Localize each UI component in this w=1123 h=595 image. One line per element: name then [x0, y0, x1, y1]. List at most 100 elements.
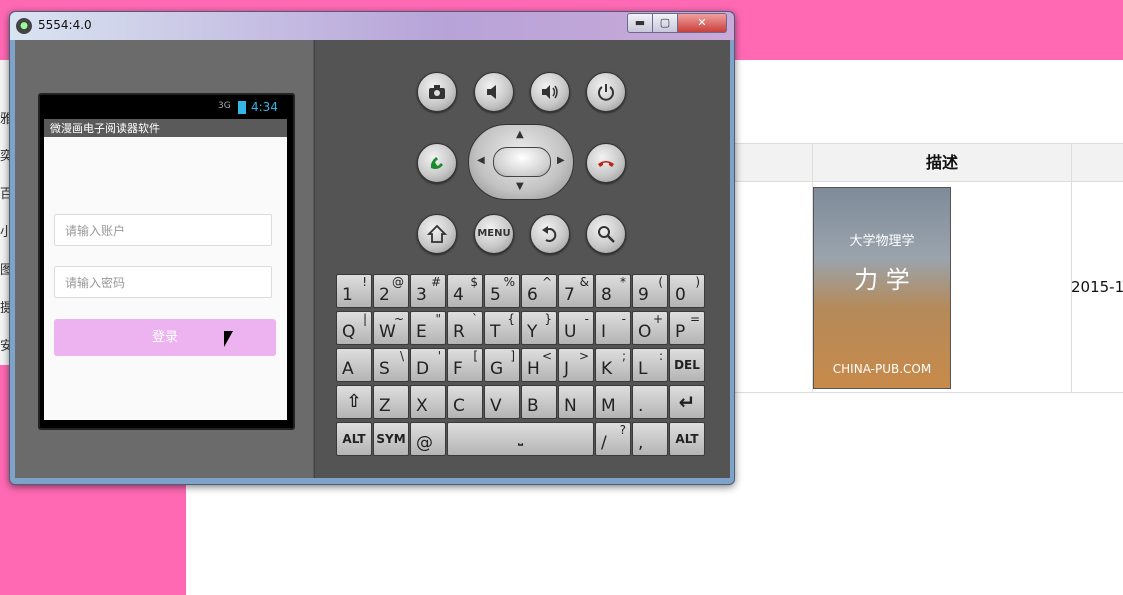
close-button[interactable]: ✕	[677, 13, 727, 33]
key-label: G	[490, 359, 504, 379]
android-emulator-icon: ●	[16, 18, 32, 34]
cell-date: 2015-1	[1071, 278, 1123, 296]
key-label: ALT	[675, 432, 699, 446]
key[interactable]: 1!	[336, 274, 372, 308]
minimize-button[interactable]: ▬	[627, 13, 653, 33]
app-title: 微漫画电子阅读器软件	[50, 122, 160, 135]
search-icon	[598, 226, 615, 243]
key-label: SYM	[376, 432, 406, 446]
key-alt-label: -	[621, 312, 626, 326]
key[interactable]: 5%	[484, 274, 520, 308]
volume-down-button[interactable]	[474, 72, 514, 112]
key[interactable]: 3 #	[410, 274, 446, 308]
key[interactable]: Y}	[521, 311, 557, 345]
key[interactable]: L:	[632, 348, 668, 382]
slash-key[interactable]: /?	[595, 422, 631, 456]
password-input[interactable]: 请输入密码	[54, 266, 272, 298]
key[interactable]: 2 @	[373, 274, 409, 308]
key[interactable]: 8 *	[595, 274, 631, 308]
key[interactable]: U-	[558, 311, 594, 345]
key[interactable]: P =	[669, 311, 705, 345]
key[interactable]: G]	[484, 348, 520, 382]
key[interactable]: K;	[595, 348, 631, 382]
key[interactable]: I-	[595, 311, 631, 345]
key[interactable]: X	[410, 385, 446, 419]
data-table: 描述 大学物理学 力 学 CHINA-PUB.COM 2015-1	[730, 143, 1123, 393]
space-key[interactable]: ⎵	[447, 422, 594, 456]
maximize-button[interactable]: ▢	[652, 13, 678, 33]
key[interactable]: V	[484, 385, 520, 419]
alt-key-right[interactable]: ALT	[669, 422, 705, 456]
key-label: I	[601, 322, 607, 342]
camera-icon	[429, 85, 445, 99]
key[interactable]: D '	[410, 348, 446, 382]
key[interactable]: F[	[447, 348, 483, 382]
key-label: M	[601, 396, 616, 416]
login-button[interactable]: 登录	[54, 319, 276, 356]
key-label: F	[453, 359, 463, 379]
key-alt-label: @	[392, 275, 404, 289]
volume-up-button[interactable]	[530, 72, 570, 112]
power-button[interactable]	[586, 72, 626, 112]
delete-key[interactable]: DEL	[669, 348, 705, 382]
enter-key[interactable]: ↵	[669, 385, 705, 419]
key[interactable]: S \	[373, 348, 409, 382]
dpad[interactable]: ▲ ▼ ◀ ▶	[468, 124, 574, 200]
alt-key-left[interactable]: ALT	[336, 422, 372, 456]
key-label: ⎵	[518, 432, 523, 446]
key[interactable]: 6 ^	[521, 274, 557, 308]
key[interactable]: A	[336, 348, 372, 382]
key[interactable]: Z	[373, 385, 409, 419]
key[interactable]: .	[632, 385, 668, 419]
sym-key[interactable]: SYM	[373, 422, 409, 456]
key[interactable]: R `	[447, 311, 483, 345]
book-title-line1: 大学物理学	[849, 234, 915, 249]
key[interactable]: M	[595, 385, 631, 419]
key-label: ,	[638, 433, 644, 453]
comma-key[interactable]: ,	[632, 422, 668, 456]
key[interactable]: W ~	[373, 311, 409, 345]
key-alt-label: [	[473, 349, 478, 363]
at-key[interactable]: @	[410, 422, 446, 456]
key-alt-label: {	[507, 312, 515, 326]
key-alt-label: -	[584, 312, 589, 326]
key-label: O	[638, 322, 652, 342]
end-call-button[interactable]	[586, 143, 626, 183]
battery-icon	[238, 101, 246, 114]
dpad-center-button[interactable]	[493, 147, 551, 177]
dpad-up-icon[interactable]: ▲	[516, 129, 524, 140]
key[interactable]: 9(	[632, 274, 668, 308]
key-label: K	[601, 359, 613, 379]
key[interactable]: J >	[558, 348, 594, 382]
key[interactable]: Q |	[336, 311, 372, 345]
key[interactable]: E "	[410, 311, 446, 345]
menu-button[interactable]: MENU	[474, 214, 514, 254]
key[interactable]: B	[521, 385, 557, 419]
key-label: /	[601, 433, 607, 453]
key[interactable]: N	[558, 385, 594, 419]
dpad-down-icon[interactable]: ▼	[516, 181, 524, 192]
key[interactable]: T{	[484, 311, 520, 345]
key-label: R	[453, 322, 465, 342]
dpad-right-icon[interactable]: ▶	[557, 155, 565, 166]
key[interactable]: 4 $	[447, 274, 483, 308]
key[interactable]: C	[447, 385, 483, 419]
search-button[interactable]	[586, 214, 626, 254]
dpad-left-icon[interactable]: ◀	[477, 155, 485, 166]
back-button[interactable]	[530, 214, 570, 254]
camera-button[interactable]	[417, 72, 457, 112]
key-label: 0	[675, 285, 686, 305]
home-button[interactable]	[417, 214, 457, 254]
shift-key[interactable]: ⇧	[336, 385, 372, 419]
power-icon	[598, 84, 614, 101]
key[interactable]: O +	[632, 311, 668, 345]
account-input[interactable]: 请输入账户	[54, 214, 272, 246]
emulator-screen-panel: 3G 4:34 微漫画电子阅读器软件 请输入账户 请输入密码 登录	[15, 40, 313, 478]
key[interactable]: H <	[521, 348, 557, 382]
call-button[interactable]	[417, 143, 457, 183]
window-titlebar[interactable]: ● 5554:4.0 ▬ ▢ ✕	[10, 12, 734, 40]
key[interactable]: 7 &	[558, 274, 594, 308]
key-label: V	[490, 396, 502, 416]
key-label: H	[527, 359, 540, 379]
key[interactable]: 0)	[669, 274, 705, 308]
